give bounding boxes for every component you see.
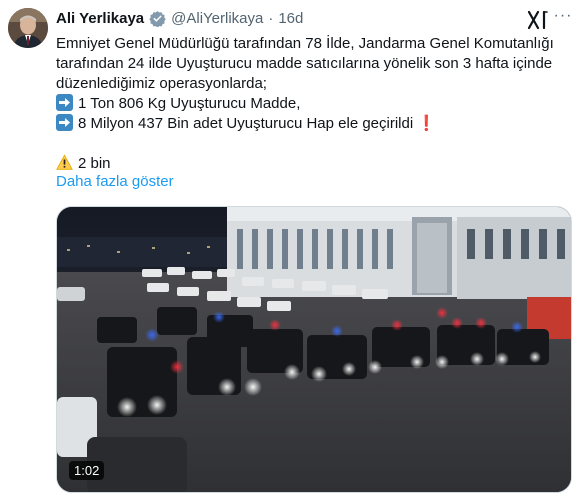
bullet-line-1: 1 Ton 806 Kg Uyuşturucu Madde, <box>56 94 574 114</box>
video-duration: 1:02 <box>69 461 105 480</box>
avatar[interactable] <box>8 8 48 48</box>
author-name[interactable]: Ali Yerlikaya <box>56 10 144 27</box>
right-arrow-icon <box>56 114 73 131</box>
author-handle[interactable]: @AliYerlikaya <box>171 10 263 27</box>
bullet-text-2: 8 Milyon 437 Bin adet Uyuşturucu Hap ele… <box>78 115 414 132</box>
tweet-header: Ali Yerlikaya @AliYerlikaya · 16d <box>56 10 303 27</box>
warning-icon <box>56 154 73 170</box>
header-separator: · <box>268 10 274 27</box>
video-player[interactable]: 1:02 <box>56 206 572 493</box>
bullet-line-2: 8 Milyon 437 Bin adet Uyuşturucu Hap ele… <box>56 114 574 134</box>
show-more-link[interactable]: Daha fazla göster <box>56 173 174 190</box>
bullet-text-1: 1 Ton 806 Kg Uyuşturucu Madde, <box>78 95 301 112</box>
exclamation-icon: ❗ <box>417 115 437 132</box>
verified-badge-icon[interactable] <box>149 10 166 27</box>
grok-icon[interactable] <box>527 10 549 30</box>
views-count: 2 bin <box>78 155 111 172</box>
tweet[interactable]: Ali Yerlikaya @AliYerlikaya · 16d ··· Em… <box>0 0 579 501</box>
video-thumbnail <box>57 207 571 492</box>
more-options-icon[interactable]: ··· <box>552 5 574 27</box>
body-line-2: tarafından 24 ilde Uyuşturucu madde satı… <box>56 55 553 72</box>
avatar-photo <box>8 8 48 48</box>
views-line: 2 bin <box>56 154 574 174</box>
right-arrow-icon <box>56 94 73 111</box>
body-line-1: Emniyet Genel Müdürlüğü tarafından 78 İl… <box>56 35 554 52</box>
tweet-text: Emniyet Genel Müdürlüğü tarafından 78 İl… <box>56 34 574 174</box>
timestamp[interactable]: 16d <box>278 10 303 27</box>
body-line-3: düzenlediğimiz operasyonlarda; <box>56 75 267 92</box>
